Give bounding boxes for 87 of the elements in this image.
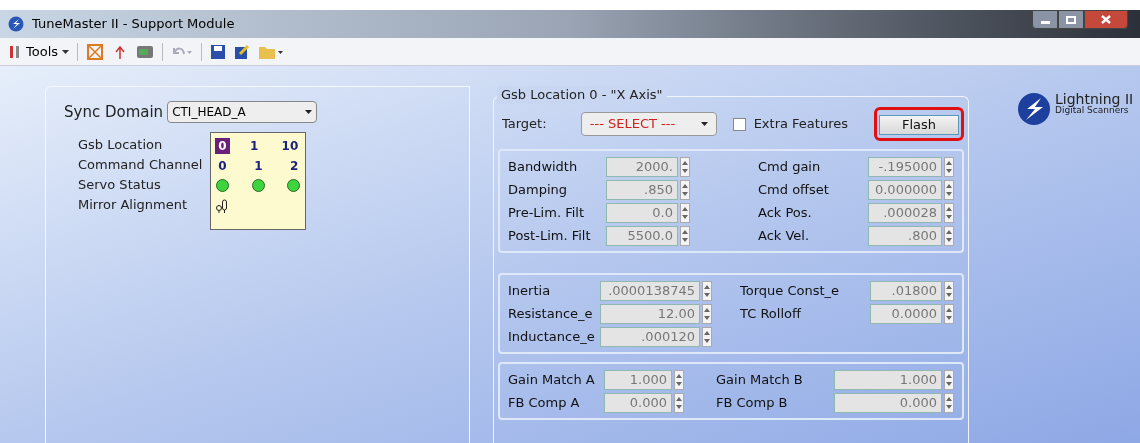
number-field[interactable]: 1.000 [834, 369, 942, 390]
spinner-icon[interactable] [944, 225, 954, 246]
logo-subtitle: Digital Scanners [1055, 106, 1130, 115]
number-field[interactable]: .0000138745 [600, 280, 700, 301]
spinner-icon[interactable] [680, 156, 690, 177]
save-icon[interactable] [210, 43, 227, 60]
spinner-icon[interactable] [702, 326, 712, 347]
field-label: Pre-Lim. Filt [508, 203, 585, 222]
close-button[interactable] [1084, 10, 1128, 29]
spinner-icon[interactable] [702, 303, 712, 324]
command-channel: 2 [289, 157, 299, 175]
spinner-icon[interactable] [944, 303, 954, 324]
spinner-icon[interactable] [680, 225, 690, 246]
field-label: Damping [508, 180, 568, 199]
number-field[interactable]: 2000. [606, 156, 678, 177]
tools-menu-button[interactable]: Tools [8, 41, 70, 62]
command-channel: 0 [218, 157, 227, 175]
spinner-icon[interactable] [944, 369, 954, 390]
status-label: Servo Status [78, 175, 162, 194]
lightning-logo-icon [8, 16, 24, 32]
number-field[interactable]: .850 [606, 179, 678, 200]
group-title: Gsb Location 0 - "X Axis" [497, 86, 667, 104]
number-field[interactable]: 0.000 [834, 392, 942, 413]
number-field[interactable]: .01800 [870, 280, 942, 301]
caret-icon [62, 49, 70, 54]
field-label: FB Comp A [508, 393, 581, 412]
spinner-icon[interactable] [702, 280, 712, 301]
spinner-icon[interactable] [944, 179, 954, 200]
mirror-icon [215, 197, 230, 214]
number-field[interactable]: -.195000 [868, 156, 942, 177]
number-field[interactable]: .800 [868, 225, 942, 246]
field-label: Ack Pos. [758, 203, 813, 222]
field-label: Torque Const_e [740, 281, 841, 300]
spinner-icon[interactable] [674, 392, 684, 413]
maximize-button[interactable] [1058, 10, 1084, 29]
field-label: Inductance_e [508, 327, 596, 346]
spinner-icon[interactable] [944, 202, 954, 223]
number-field[interactable]: 12.00 [600, 303, 700, 324]
number-field[interactable]: 5500.0 [606, 225, 678, 246]
caret-icon [700, 122, 708, 126]
number-field[interactable]: 0.0 [606, 202, 678, 223]
field-label: Resistance_e [508, 304, 594, 323]
field-label: FB Comp B [716, 393, 789, 412]
network-icon[interactable] [86, 42, 105, 61]
target-label: Target: [502, 115, 548, 134]
field-label: Ack Vel. [758, 226, 811, 245]
edit-icon[interactable] [234, 43, 251, 60]
field-label: Cmd offset [758, 180, 830, 199]
field-label: TC Rolloff [740, 304, 803, 323]
extra-features-label: Extra Features [753, 115, 848, 134]
spinner-icon[interactable] [680, 202, 690, 223]
command-channel: 1 [254, 157, 263, 175]
sync-domain-dropdown[interactable]: CTI_HEAD_A [167, 101, 318, 124]
field-label: Inertia [508, 281, 552, 300]
logo-name: Lightning II [1055, 92, 1134, 106]
gsb-location[interactable]: 0 [215, 137, 230, 154]
close-icon [1101, 15, 1111, 24]
extra-features-checkbox[interactable] [732, 117, 746, 131]
spinner-icon[interactable] [944, 156, 954, 177]
window-title: TuneMaster II - Support Module [32, 15, 235, 34]
number-field[interactable]: 1.000 [604, 369, 672, 390]
field-label: Gain Match A [508, 370, 596, 389]
minimize-button[interactable] [1032, 10, 1058, 29]
field-label: Gain Match B [716, 370, 804, 389]
number-field[interactable]: 0.0000 [870, 303, 942, 324]
monitor-icon[interactable] [136, 43, 155, 60]
status-label: Command Channel [78, 155, 203, 174]
flash-button[interactable]: Flash [879, 115, 959, 135]
target-dropdown[interactable]: --- SELECT --- [580, 112, 717, 136]
caret-icon [305, 110, 313, 115]
number-field[interactable]: 0.000 [604, 392, 672, 413]
number-field[interactable]: 0.000000 [868, 179, 942, 200]
gsb-location[interactable]: 10 [278, 137, 302, 154]
status-label: Mirror Alignment [78, 195, 189, 214]
sync-domain-label: Sync Domain [64, 102, 164, 123]
spinner-icon[interactable] [674, 369, 684, 390]
number-field[interactable]: .000028 [868, 202, 942, 223]
status-label: Gsb Location [78, 135, 164, 154]
lightning-logo-icon [1017, 92, 1051, 126]
field-label: Cmd gain [758, 157, 822, 176]
spinner-icon[interactable] [680, 179, 690, 200]
number-field[interactable]: .000120 [600, 326, 700, 347]
spinner-icon[interactable] [944, 392, 954, 413]
spinner-icon[interactable] [944, 280, 954, 301]
field-label: Post-Lim. Filt [508, 226, 592, 245]
gsb-location[interactable]: 1 [246, 137, 262, 154]
field-label: Bandwidth [508, 157, 579, 176]
